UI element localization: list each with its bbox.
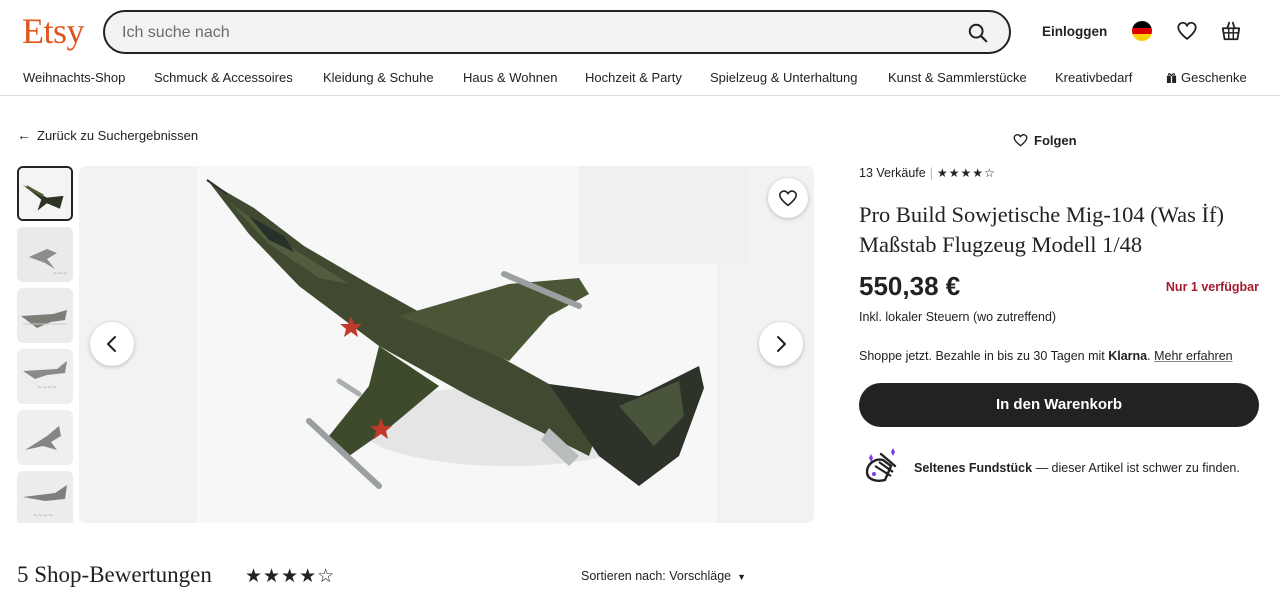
rare-find-icon — [865, 448, 897, 482]
sales-rating-row: 13 Verkäufe | ★★★★☆ — [859, 166, 996, 180]
thumbnail-2[interactable]: ~~~ — [17, 227, 73, 282]
klarna-brand: Klarna — [1108, 349, 1148, 363]
sort-dropdown[interactable]: Sortieren nach: Vorschläge ▼ — [581, 569, 746, 583]
category-nav: Weihnachts-Shop Schmuck & Accessoires Kl… — [0, 62, 1280, 96]
klarna-learn-more-link[interactable]: Mehr erfahren — [1154, 349, 1233, 363]
gift-icon — [1166, 73, 1177, 83]
chevron-right-icon — [777, 336, 786, 352]
product-title: Pro Build Sowjetische Mig-104 (Was İf) M… — [859, 202, 1225, 257]
nav-item-kunst[interactable]: Kunst & Sammlerstücke — [888, 70, 1027, 85]
next-image-button[interactable] — [759, 322, 803, 366]
thumbnail-strip: ~~~ ~~~~ ~~~~ — [17, 166, 73, 523]
cart-basket-icon[interactable] — [1220, 20, 1242, 42]
aircraft-model-photo — [79, 166, 814, 523]
caret-down-icon: ▼ — [737, 572, 747, 582]
tax-note: Inkl. lokaler Steuern (wo zutreffend) — [859, 310, 1057, 324]
klarna-info: Shoppe jetzt. Bezahle in bis zu 30 Tagen… — [859, 349, 1233, 363]
thumbnail-6[interactable]: ~~~~ — [17, 471, 73, 523]
nav-item-hochzeit[interactable]: Hochzeit & Party — [585, 70, 682, 85]
search-input[interactable]: Ich suche nach — [122, 24, 230, 42]
sales-count: 13 Verkäufe — [859, 166, 926, 180]
svg-text:~~~: ~~~ — [53, 270, 68, 277]
rare-find-notice: Seltenes Fundstück — dieser Artikel ist … — [859, 446, 1269, 486]
rare-find-text: Seltenes Fundstück — dieser Artikel ist … — [914, 461, 1240, 475]
search-bar[interactable]: Ich suche nach — [103, 10, 1011, 54]
product-price: 550,38 € — [859, 271, 961, 301]
stock-status: Nur 1 verfügbar — [1165, 280, 1259, 294]
etsy-logo[interactable]: Etsy — [22, 10, 85, 52]
thumbnail-5[interactable] — [17, 410, 73, 465]
thumbnail-3[interactable] — [17, 288, 73, 343]
nav-item-haus[interactable]: Haus & Wohnen — [463, 70, 557, 85]
nav-item-spielzeug[interactable]: Spielzeug & Unterhaltung — [710, 70, 857, 85]
nav-item-kleidung[interactable]: Kleidung & Schuhe — [323, 70, 434, 85]
site-header: Etsy Ich suche nach Einloggen — [0, 0, 1280, 62]
follow-shop-button[interactable]: Folgen — [1013, 133, 1077, 148]
reviews-stars: ★★★★☆ — [245, 566, 336, 587]
add-to-cart-button[interactable]: In den Warenkorb — [859, 383, 1259, 427]
search-icon[interactable] — [967, 22, 989, 44]
product-main-image[interactable] — [79, 166, 814, 523]
favorites-heart-icon[interactable] — [1176, 20, 1198, 42]
signin-link[interactable]: Einloggen — [1042, 24, 1107, 39]
back-to-results-link[interactable]: ← Zurück zu Suchergebnissen — [17, 127, 198, 143]
chevron-left-icon — [107, 336, 116, 352]
favorite-button[interactable] — [768, 178, 808, 218]
arrow-left-icon: ← — [17, 127, 31, 143]
shop-rating-stars[interactable]: ★★★★☆ — [937, 166, 996, 180]
nav-item-schmuck[interactable]: Schmuck & Accessoires — [154, 70, 293, 85]
germany-flag-icon[interactable] — [1132, 21, 1152, 41]
heart-icon — [1013, 133, 1028, 147]
heart-icon — [778, 190, 798, 207]
divider: | — [929, 166, 933, 180]
nav-item-kreativbedarf[interactable]: Kreativbedarf — [1055, 70, 1132, 85]
reviews-heading: 5 Shop-Bewertungen — [17, 562, 212, 587]
nav-item-weihnachts-shop[interactable]: Weihnachts-Shop — [23, 70, 125, 85]
svg-text:~~~~: ~~~~ — [37, 384, 57, 391]
thumbnail-1[interactable] — [17, 166, 73, 221]
nav-item-geschenke[interactable]: Geschenke — [1166, 70, 1247, 85]
thumbnail-4[interactable]: ~~~~ — [17, 349, 73, 404]
svg-text:~~~~: ~~~~ — [33, 512, 53, 519]
previous-image-button[interactable] — [90, 322, 134, 366]
